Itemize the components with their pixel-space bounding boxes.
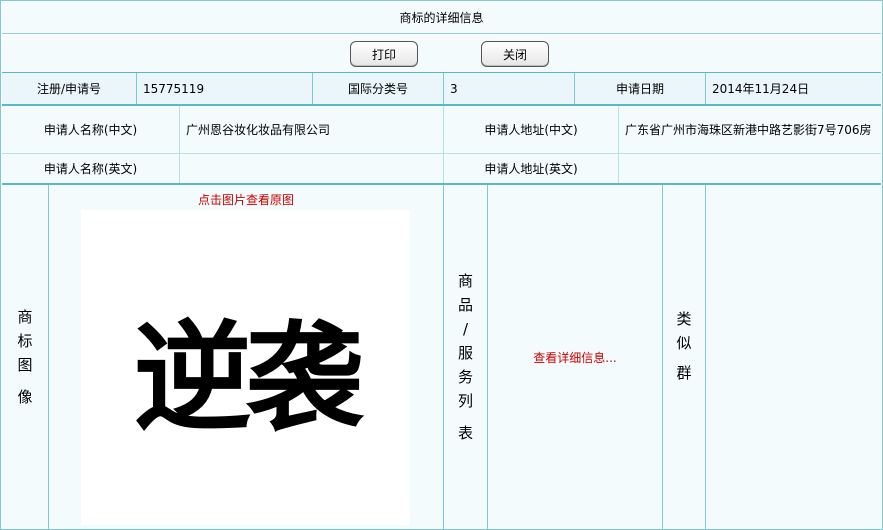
address-en-value bbox=[619, 154, 881, 183]
date-value: 2014年11月24日 bbox=[712, 82, 810, 96]
address-cn-label: 申请人地址(中文) bbox=[444, 106, 619, 153]
address-cn-value: 广东省广州市海珠区新港中路艺影街7号706房 bbox=[625, 122, 872, 137]
applicant-cn-label: 申请人名称(中文) bbox=[2, 106, 180, 153]
applicant-en-value bbox=[180, 154, 444, 183]
trademark-section: 商 标 图 像 点击图片查看原图 逆袭 商 品 / 服 务 列 表 查看详细信息… bbox=[2, 185, 881, 529]
class-label: 国际分类号 bbox=[313, 73, 444, 104]
address-en-label: 申请人地址(英文) bbox=[444, 154, 619, 183]
trademark-image-label: 商 标 图 像 bbox=[2, 185, 49, 529]
trademark-mark-text: 逆袭 bbox=[133, 308, 363, 447]
reg-number-label: 注册/申请号 bbox=[2, 73, 137, 104]
label-char: 似 bbox=[676, 334, 692, 352]
label-char: 商 bbox=[17, 308, 33, 326]
label-char: 标 bbox=[17, 332, 33, 350]
label-char: 类 bbox=[676, 310, 692, 328]
view-original-link[interactable]: 点击图片查看原图 bbox=[49, 191, 443, 208]
label-char: 务 bbox=[457, 368, 473, 386]
reg-number-value: 15775119 bbox=[137, 73, 313, 104]
applicant-cn-row: 申请人名称(中文) 广州恩谷妆化妆品有限公司 申请人地址(中文) 广东省广州市海… bbox=[2, 106, 881, 154]
detail-table: 商标的详细信息 打印 关闭 注册/申请号 15775119 国际分类号 3 申请… bbox=[0, 0, 883, 530]
basic-info-row: 注册/申请号 15775119 国际分类号 3 申请日期 2014年11月24日 bbox=[2, 73, 881, 106]
page-title: 商标的详细信息 bbox=[399, 11, 484, 25]
trademark-image-cell: 点击图片查看原图 逆袭 bbox=[49, 185, 444, 529]
label-char: 图 bbox=[17, 356, 33, 374]
applicant-en-label: 申请人名称(英文) bbox=[2, 154, 180, 183]
goods-services-label: 商 品 / 服 务 列 表 bbox=[444, 185, 488, 529]
applicant-cn-value: 广州恩谷妆化妆品有限公司 bbox=[180, 106, 444, 153]
applicant-en-row: 申请人名称(英文) 申请人地址(英文) bbox=[2, 154, 881, 185]
label-char: 列 bbox=[457, 392, 473, 410]
label-char: 商 bbox=[457, 272, 473, 290]
label-char: 像 bbox=[17, 388, 33, 406]
toolbar: 打印 关闭 bbox=[2, 35, 881, 74]
trademark-image[interactable]: 逆袭 bbox=[81, 210, 410, 525]
label-char: 品 bbox=[457, 296, 473, 314]
close-button[interactable]: 关闭 bbox=[481, 41, 549, 67]
label-char: 表 bbox=[457, 424, 473, 442]
similar-group-label: 类 似 群 bbox=[663, 185, 706, 529]
label-char: / bbox=[462, 320, 469, 338]
print-button[interactable]: 打印 bbox=[350, 41, 418, 67]
goods-detail-link[interactable]: 查看详细信息... bbox=[533, 349, 616, 366]
date-label: 申请日期 bbox=[575, 73, 706, 104]
title-bar: 商标的详细信息 bbox=[2, 2, 881, 34]
label-char: 群 bbox=[676, 364, 692, 382]
label-char: 服 bbox=[457, 344, 473, 362]
similar-group-cell bbox=[706, 185, 881, 529]
class-value: 3 bbox=[444, 73, 575, 104]
goods-services-cell: 查看详细信息... bbox=[488, 185, 663, 529]
